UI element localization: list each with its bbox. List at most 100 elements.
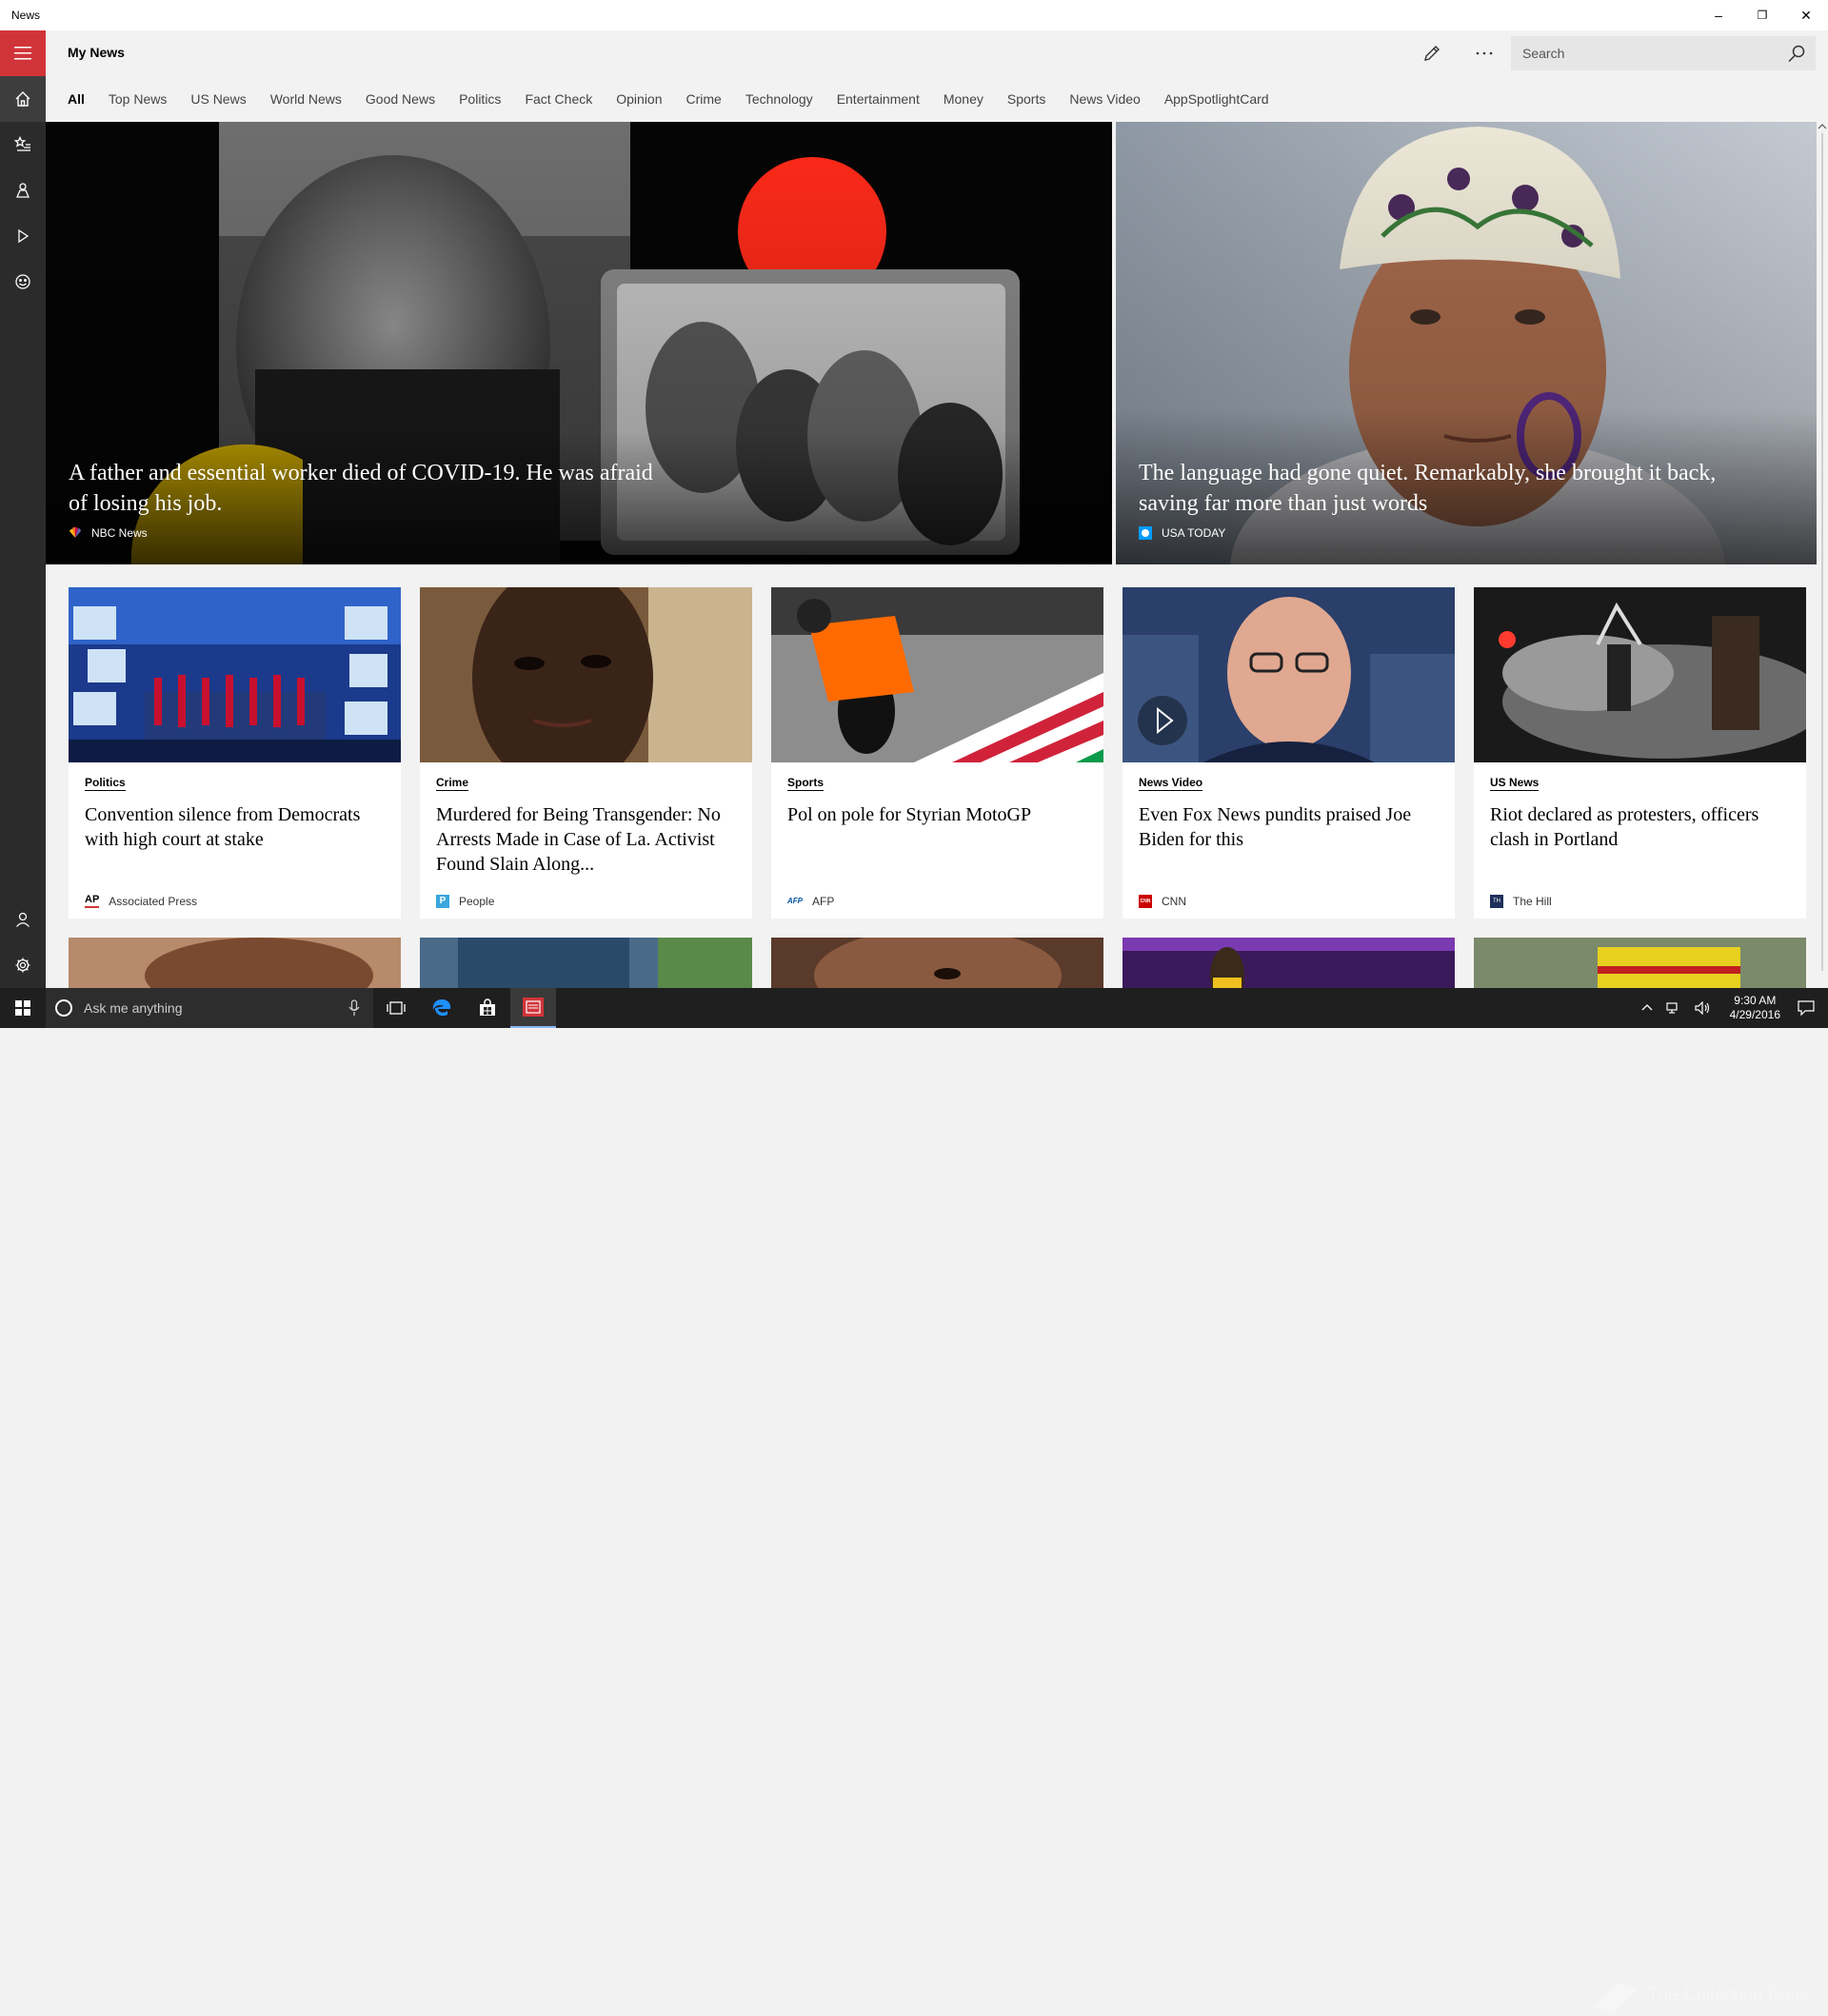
card-source-name: Associated Press [109, 895, 197, 908]
hero-source-name: NBC News [91, 526, 148, 540]
news-card[interactable]: Sports Pol on pole for Styrian MotoGP AF… [771, 587, 1103, 919]
cortana-search-box[interactable]: Ask me anything [46, 988, 373, 1028]
news-card[interactable]: US News Riot declared as protesters, off… [1474, 587, 1806, 919]
scrollbar-thumb[interactable] [1821, 133, 1823, 971]
person-icon [16, 912, 30, 927]
taskbar-news[interactable] [510, 988, 556, 1028]
cortana-placeholder: Ask me anything [84, 1000, 183, 1016]
tab-technology[interactable]: Technology [745, 91, 813, 107]
the-hill-logo-icon: TH [1490, 895, 1503, 908]
sidebar-item-video[interactable] [0, 213, 46, 259]
cnn-logo-icon: CNN [1139, 895, 1152, 908]
close-button[interactable]: ✕ [1784, 0, 1828, 30]
card-image [771, 938, 1103, 988]
notification-center-icon[interactable] [1798, 1000, 1815, 1016]
task-view-button[interactable] [373, 988, 419, 1028]
taskbar-store[interactable] [465, 988, 510, 1028]
card-category[interactable]: Crime [436, 776, 469, 791]
card-title[interactable]: Even Fox News pundits praised Joe Biden … [1139, 802, 1443, 852]
tab-world-news[interactable]: World News [270, 91, 342, 107]
news-card[interactable] [1123, 938, 1455, 988]
clock-date: 4/29/2016 [1729, 1008, 1780, 1021]
news-card[interactable]: News Video Even Fox News pundits praised… [1123, 587, 1455, 919]
card-source-name: The Hill [1513, 895, 1552, 908]
tab-opinion[interactable]: Opinion [616, 91, 662, 107]
card-image [420, 938, 752, 988]
tab-sports[interactable]: Sports [1007, 91, 1045, 107]
page-title: My News [68, 45, 125, 60]
sidebar-item-home[interactable] [0, 76, 46, 122]
ap-logo-icon: AP [85, 895, 100, 908]
volume-icon[interactable] [1694, 1001, 1711, 1015]
card-title[interactable]: Murdered for Being Transgender: No Arres… [436, 802, 741, 877]
header: My News [46, 30, 1828, 76]
people-logo-icon: P [436, 895, 449, 908]
tab-app-spotlight[interactable]: AppSpotlightCard [1164, 91, 1269, 107]
card-category[interactable]: Sports [787, 776, 825, 791]
taskbar-edge[interactable] [419, 988, 465, 1028]
news-card[interactable] [69, 938, 401, 988]
local-icon [16, 183, 30, 198]
hamburger-menu-button[interactable] [0, 30, 46, 76]
minimize-button[interactable]: – [1697, 0, 1740, 30]
news-card[interactable] [1474, 938, 1806, 988]
start-button[interactable] [0, 988, 46, 1028]
sidebar-item-interests[interactable] [0, 122, 46, 168]
sidebar-item-local[interactable] [0, 168, 46, 213]
tab-money[interactable]: Money [944, 91, 984, 107]
home-icon [15, 91, 30, 107]
restore-button[interactable]: ❐ [1740, 0, 1784, 30]
tab-good-news[interactable]: Good News [366, 91, 435, 107]
tab-all[interactable]: All [68, 91, 85, 107]
tab-top-news[interactable]: Top News [109, 91, 167, 107]
network-icon[interactable] [1665, 1001, 1682, 1015]
search-input[interactable] [1511, 46, 1778, 61]
tab-us-news[interactable]: US News [190, 91, 246, 107]
news-card[interactable] [771, 938, 1103, 988]
search-button[interactable] [1787, 44, 1806, 68]
tab-politics[interactable]: Politics [459, 91, 501, 107]
ellipsis-icon [1476, 51, 1493, 55]
star-list-icon [14, 136, 30, 151]
sidebar-item-account[interactable] [0, 897, 46, 942]
edit-button[interactable] [1421, 42, 1443, 65]
hero-story[interactable]: A father and essential worker died of CO… [46, 122, 1112, 564]
sidebar-item-settings[interactable] [0, 942, 46, 988]
search-icon [1788, 45, 1805, 63]
card-image [1474, 938, 1806, 988]
clock[interactable]: 9:30 AM 4/29/2016 [1730, 994, 1780, 1022]
card-category[interactable]: Politics [85, 776, 126, 791]
store-bag-icon [480, 998, 495, 1016]
news-app-icon [523, 998, 544, 1017]
search-box [1511, 36, 1816, 70]
tab-crime[interactable]: Crime [686, 91, 722, 107]
more-options-button[interactable] [1473, 42, 1496, 65]
card-source: P People [436, 895, 494, 908]
hero-headline[interactable]: A father and essential worker died of CO… [69, 458, 659, 519]
news-card[interactable]: Politics Convention silence from Democra… [69, 587, 401, 919]
scrollbar[interactable] [1817, 122, 1828, 988]
tab-entertainment[interactable]: Entertainment [837, 91, 920, 107]
title-bar: News – ❐ ✕ [0, 0, 1828, 30]
card-source: AP Associated Press [85, 895, 197, 908]
tab-fact-check[interactable]: Fact Check [525, 91, 592, 107]
card-title[interactable]: Riot declared as protesters, officers cl… [1490, 802, 1795, 852]
news-card[interactable] [420, 938, 752, 988]
card-image [420, 587, 752, 762]
chevron-up-icon[interactable] [1640, 1001, 1654, 1015]
tab-news-video[interactable]: News Video [1069, 91, 1140, 107]
news-card[interactable]: Crime Murdered for Being Transgender: No… [420, 587, 752, 919]
card-source: TH The Hill [1490, 895, 1552, 908]
microphone-icon[interactable] [348, 999, 360, 1017]
windows-logo-icon [15, 1000, 30, 1016]
card-title[interactable]: Convention silence from Democrats with h… [85, 802, 389, 852]
play-icon [18, 228, 30, 244]
card-category[interactable]: News Video [1139, 776, 1203, 791]
card-title[interactable]: Pol on pole for Styrian MotoGP [787, 802, 1092, 827]
sidebar-item-feedback[interactable] [0, 259, 46, 305]
system-tray: 9:30 AM 4/29/2016 [1635, 988, 1828, 1028]
hero-headline[interactable]: The language had gone quiet. Remarkably,… [1139, 458, 1729, 519]
hero-story[interactable]: The language had gone quiet. Remarkably,… [1116, 122, 1817, 564]
watermark: The Collection Book [1590, 1976, 1809, 2016]
card-category[interactable]: US News [1490, 776, 1540, 791]
